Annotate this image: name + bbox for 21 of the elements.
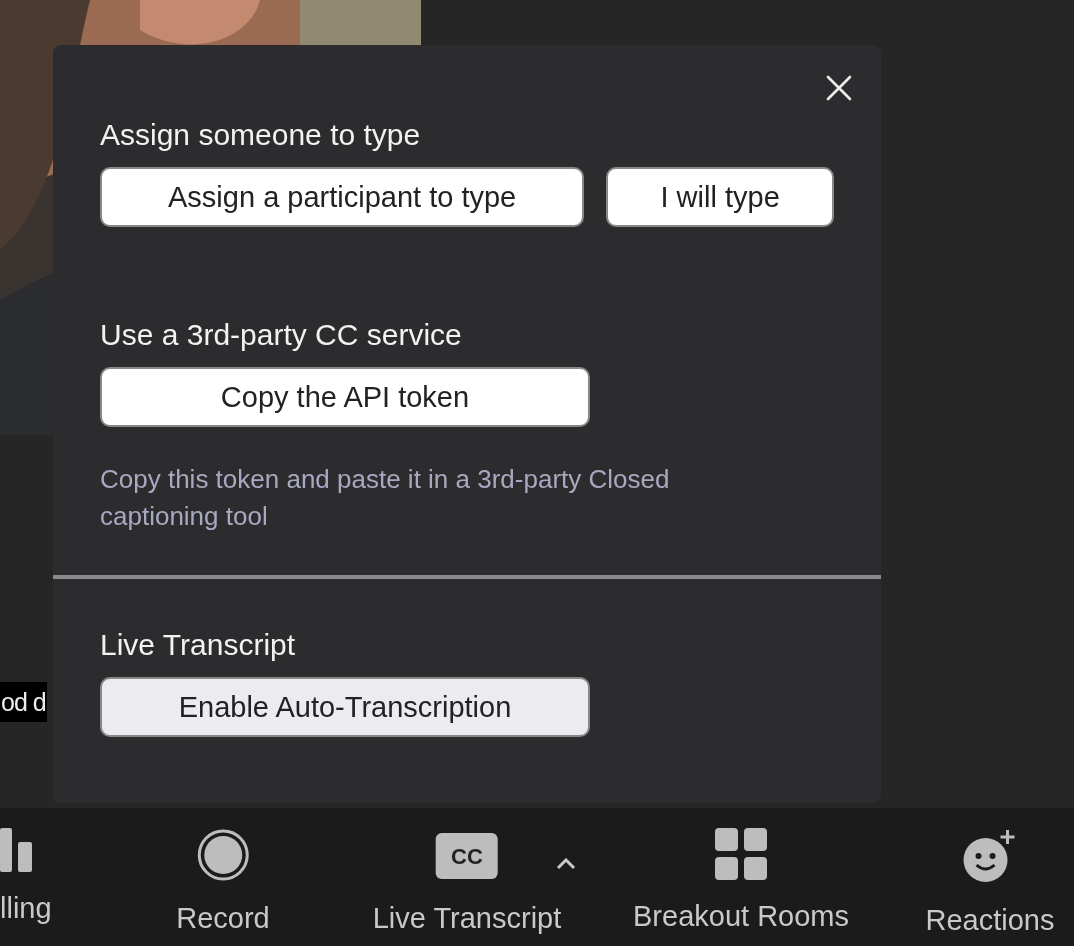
option-button[interactable]: Enable Auto-Transcription — [100, 677, 590, 737]
option-button[interactable]: I will type — [606, 167, 834, 227]
chart-icon[interactable] — [0, 828, 34, 872]
help-text: Copy this token and paste it in a 3rd-party Closed captioning tool — [100, 463, 671, 533]
caption-text: od d — [0, 682, 47, 722]
cc-icon[interactable]: CC — [436, 833, 498, 879]
option-button[interactable]: Copy the API token — [100, 367, 590, 427]
toolbar-label[interactable]: Record — [176, 900, 270, 936]
toolbar-label[interactable]: Breakout Rooms — [633, 898, 849, 934]
caret-icon[interactable] — [556, 858, 576, 870]
section-title: Live Transcript — [100, 627, 296, 663]
toolbar-label[interactable]: Reactions — [925, 902, 1055, 938]
grid-icon[interactable] — [715, 828, 767, 880]
toolbar-label[interactable]: lling — [0, 890, 52, 926]
record-icon[interactable] — [196, 828, 250, 882]
section-title: Use a 3rd-party CC service — [100, 317, 462, 353]
option-button[interactable]: Assign a participant to type — [100, 167, 585, 227]
section-title: Assign someone to type — [100, 117, 421, 153]
smiley-icon[interactable] — [962, 828, 1018, 884]
toolbar-label[interactable]: Live Transcript — [372, 900, 562, 936]
close-icon[interactable] — [826, 75, 852, 101]
